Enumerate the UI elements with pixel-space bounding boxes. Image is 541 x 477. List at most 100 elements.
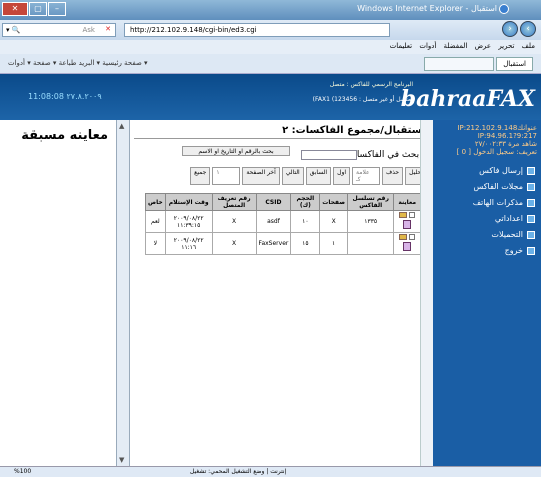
sidebar: IP:212.102.9.148عنوانك IP:94.96.1?9:217 … — [433, 120, 541, 466]
stop-icon[interactable]: ✕ — [105, 23, 111, 35]
search-box[interactable]: ▾ 🔍 Ask ✕ — [2, 23, 116, 37]
col-header[interactable]: خاص — [145, 193, 166, 211]
sidebar-item-downloads[interactable]: التحميلات — [473, 230, 535, 239]
action-buttons: تحليل حذف علامة كـ اول السابق التالي آخر… — [188, 167, 427, 185]
sidebar-item-settings[interactable]: اعداداتي — [473, 214, 535, 223]
sidebar-item-fax-folders[interactable]: مجلات الفاكس — [473, 182, 535, 191]
sidebar-item-label: التحميلات — [491, 230, 523, 239]
close-button[interactable]: ✕ — [2, 2, 28, 16]
ie-icon — [499, 4, 509, 14]
cell: لعم — [145, 210, 166, 233]
ip-line: شاهد مرة ٢٧/٠٠٢:٣٣ — [474, 140, 537, 148]
scroll-up-icon[interactable]: ▲ — [119, 122, 124, 130]
new-tab[interactable] — [424, 57, 495, 71]
all-button[interactable]: جميع — [190, 167, 211, 185]
cell: ٢٠٠٩/٠٨/٢٢ ١١:٣٩:١٥ — [164, 210, 213, 233]
mark-as-select[interactable]: علامة كـ — [352, 167, 381, 185]
cell — [347, 232, 395, 255]
window-controls: ✕ ▢ – — [2, 2, 67, 16]
app-banner: 11:08:08 ٢٧.٨.٢٠٠٩ البرنامج الرسمي للفاك… — [0, 74, 541, 120]
sidebar-item-label: مجلات الفاكس — [473, 182, 523, 191]
menu-bar: ملف تحرير عرض المفضلة أدوات تعليمات — [0, 40, 541, 54]
search-input[interactable] — [301, 150, 357, 160]
divider — [134, 138, 429, 139]
fax-table: معاينة رقم تسلسل الفاكس صفحات الحجم (ك) … — [145, 193, 421, 255]
tab-receive[interactable]: استقبال — [496, 57, 533, 71]
ip-info: IP:212.102.9.148عنوانك IP:94.96.1?9:217 … — [433, 124, 537, 156]
favorites-bar: صفحة رئيسية ▾ البريد طباعة ▾ صفحة ▾ أدوا… — [0, 54, 541, 74]
col-header[interactable]: CSID — [255, 193, 292, 211]
row-icons — [393, 232, 421, 255]
forward-icon[interactable]: › — [502, 21, 518, 37]
cell: ١٣٣٥ — [347, 210, 395, 233]
table-header: معاينة رقم تسلسل الفاكس صفحات الحجم (ك) … — [145, 193, 421, 211]
minimize-button[interactable]: – — [48, 2, 66, 16]
cell: X — [319, 210, 349, 233]
zoom-level[interactable]: %100 — [14, 468, 31, 475]
status-bar: %100 إنترنت | وضع التشغيل المحمي: تشغيل — [0, 466, 541, 477]
app-logo: bahraaFAX — [400, 86, 535, 112]
sidebar-menu: إرسال فاكس مجلات الفاكس مذكرات الهاتف اع… — [473, 166, 535, 262]
menu-items[interactable]: ملف تحرير عرض المفضلة أدوات تعليمات — [390, 42, 535, 50]
maximize-button[interactable]: ▢ — [29, 2, 47, 16]
banner-substatus: (FAX1 (123456 : متصل أو غير متصل — [312, 96, 411, 103]
envelope-icon[interactable] — [399, 212, 408, 218]
col-header[interactable]: رقم تعريف المتصل — [211, 193, 257, 211]
vertical-scrollbar[interactable] — [420, 120, 433, 466]
preview-icon[interactable] — [403, 220, 412, 229]
envelope-icon[interactable] — [399, 234, 408, 240]
checkbox[interactable] — [409, 212, 416, 218]
preview-title: معاينه مسبقة — [21, 128, 108, 143]
download-icon — [527, 230, 535, 239]
tab-strip: استقبال — [422, 57, 533, 71]
search-button[interactable]: بحث بالرقم او التاريخ او الاسم — [182, 146, 290, 156]
cell: ١ — [319, 232, 349, 255]
sidebar-item-label: خروج — [504, 246, 523, 255]
logout-icon — [527, 246, 535, 255]
settings-icon — [527, 214, 535, 223]
url-field[interactable]: http://212.102.9.148/cgi-bin/ed3.cgi — [124, 23, 390, 37]
search-provider: Ask — [82, 26, 96, 34]
folder-icon — [527, 182, 535, 191]
sidebar-item-label: إرسال فاكس — [479, 166, 523, 175]
page-select[interactable]: ١ — [212, 167, 241, 185]
col-header[interactable]: الحجم (ك) — [290, 193, 321, 211]
preview-panel: معاينه مسبقة — [0, 120, 116, 466]
sidebar-item-logout[interactable]: خروج — [473, 246, 535, 255]
ip-line: تعريف: سجيل الدخول [ 0 ] — [456, 148, 537, 156]
table-row[interactable]: ١ ١٥ FaxServer X ٢٠٠٩/٠٨/٢٢ ١١:١٦ لا — [145, 232, 421, 255]
checkbox[interactable] — [409, 234, 416, 240]
prev-button[interactable]: السابق — [305, 167, 332, 185]
row-icons — [393, 210, 421, 233]
next-button[interactable]: التالي — [281, 167, 304, 185]
command-bar[interactable]: صفحة رئيسية ▾ البريد طباعة ▾ صفحة ▾ أدوا… — [8, 59, 148, 67]
col-header[interactable]: رقم تسلسل الفاكس — [347, 193, 395, 211]
sidebar-item-send-fax[interactable]: إرسال فاكس — [473, 166, 535, 175]
clock: 11:08:08 ٢٧.٨.٢٠٠٩ — [28, 92, 102, 101]
search-label: بحث في الفاكسات : — [348, 150, 425, 160]
main-content: استقبال/مجموع الفاكسات: ٢ بحث في الفاكسا… — [130, 120, 433, 466]
cell: asdf — [255, 210, 292, 233]
cell: X — [211, 210, 257, 233]
cell: X — [211, 232, 257, 255]
cell: ٢٠٠٩/٠٨/٢٢ ١١:١٦ — [164, 232, 213, 255]
col-header[interactable]: معاينة — [393, 193, 421, 211]
table-row[interactable]: ١٣٣٥ X ١٠ asdf X ٢٠٠٩/٠٨/٢٢ ١١:٣٩:١٥ لعم — [145, 210, 421, 233]
delete-button[interactable]: حذف — [382, 167, 404, 185]
col-header[interactable]: وقت الإستلام — [164, 193, 213, 211]
status-text: إنترنت | وضع التشغيل المحمي: تشغيل — [190, 468, 287, 475]
ip-line: IP:212.102.9.148عنوانك — [457, 124, 537, 132]
window-titlebar: ✕ ▢ – Windows Internet Explorer - استقبا… — [0, 0, 541, 20]
scroll-down-icon[interactable]: ▼ — [119, 456, 124, 464]
nav-buttons: › ‹ — [500, 21, 536, 37]
col-header[interactable]: صفحات — [319, 193, 349, 211]
ip-line: IP:94.96.1?9:217 — [477, 132, 537, 140]
preview-icon[interactable] — [403, 242, 412, 251]
last-page-button[interactable]: آخر الصفحة — [242, 167, 280, 185]
cell: ١٥ — [290, 232, 321, 255]
cell: ١٠ — [290, 210, 321, 233]
back-icon[interactable]: ‹ — [520, 21, 536, 37]
sidebar-item-phone-notes[interactable]: مذكرات الهاتف — [473, 198, 535, 207]
splitter[interactable]: ▲ ▼ — [116, 120, 130, 466]
first-button[interactable]: اول — [333, 167, 351, 185]
